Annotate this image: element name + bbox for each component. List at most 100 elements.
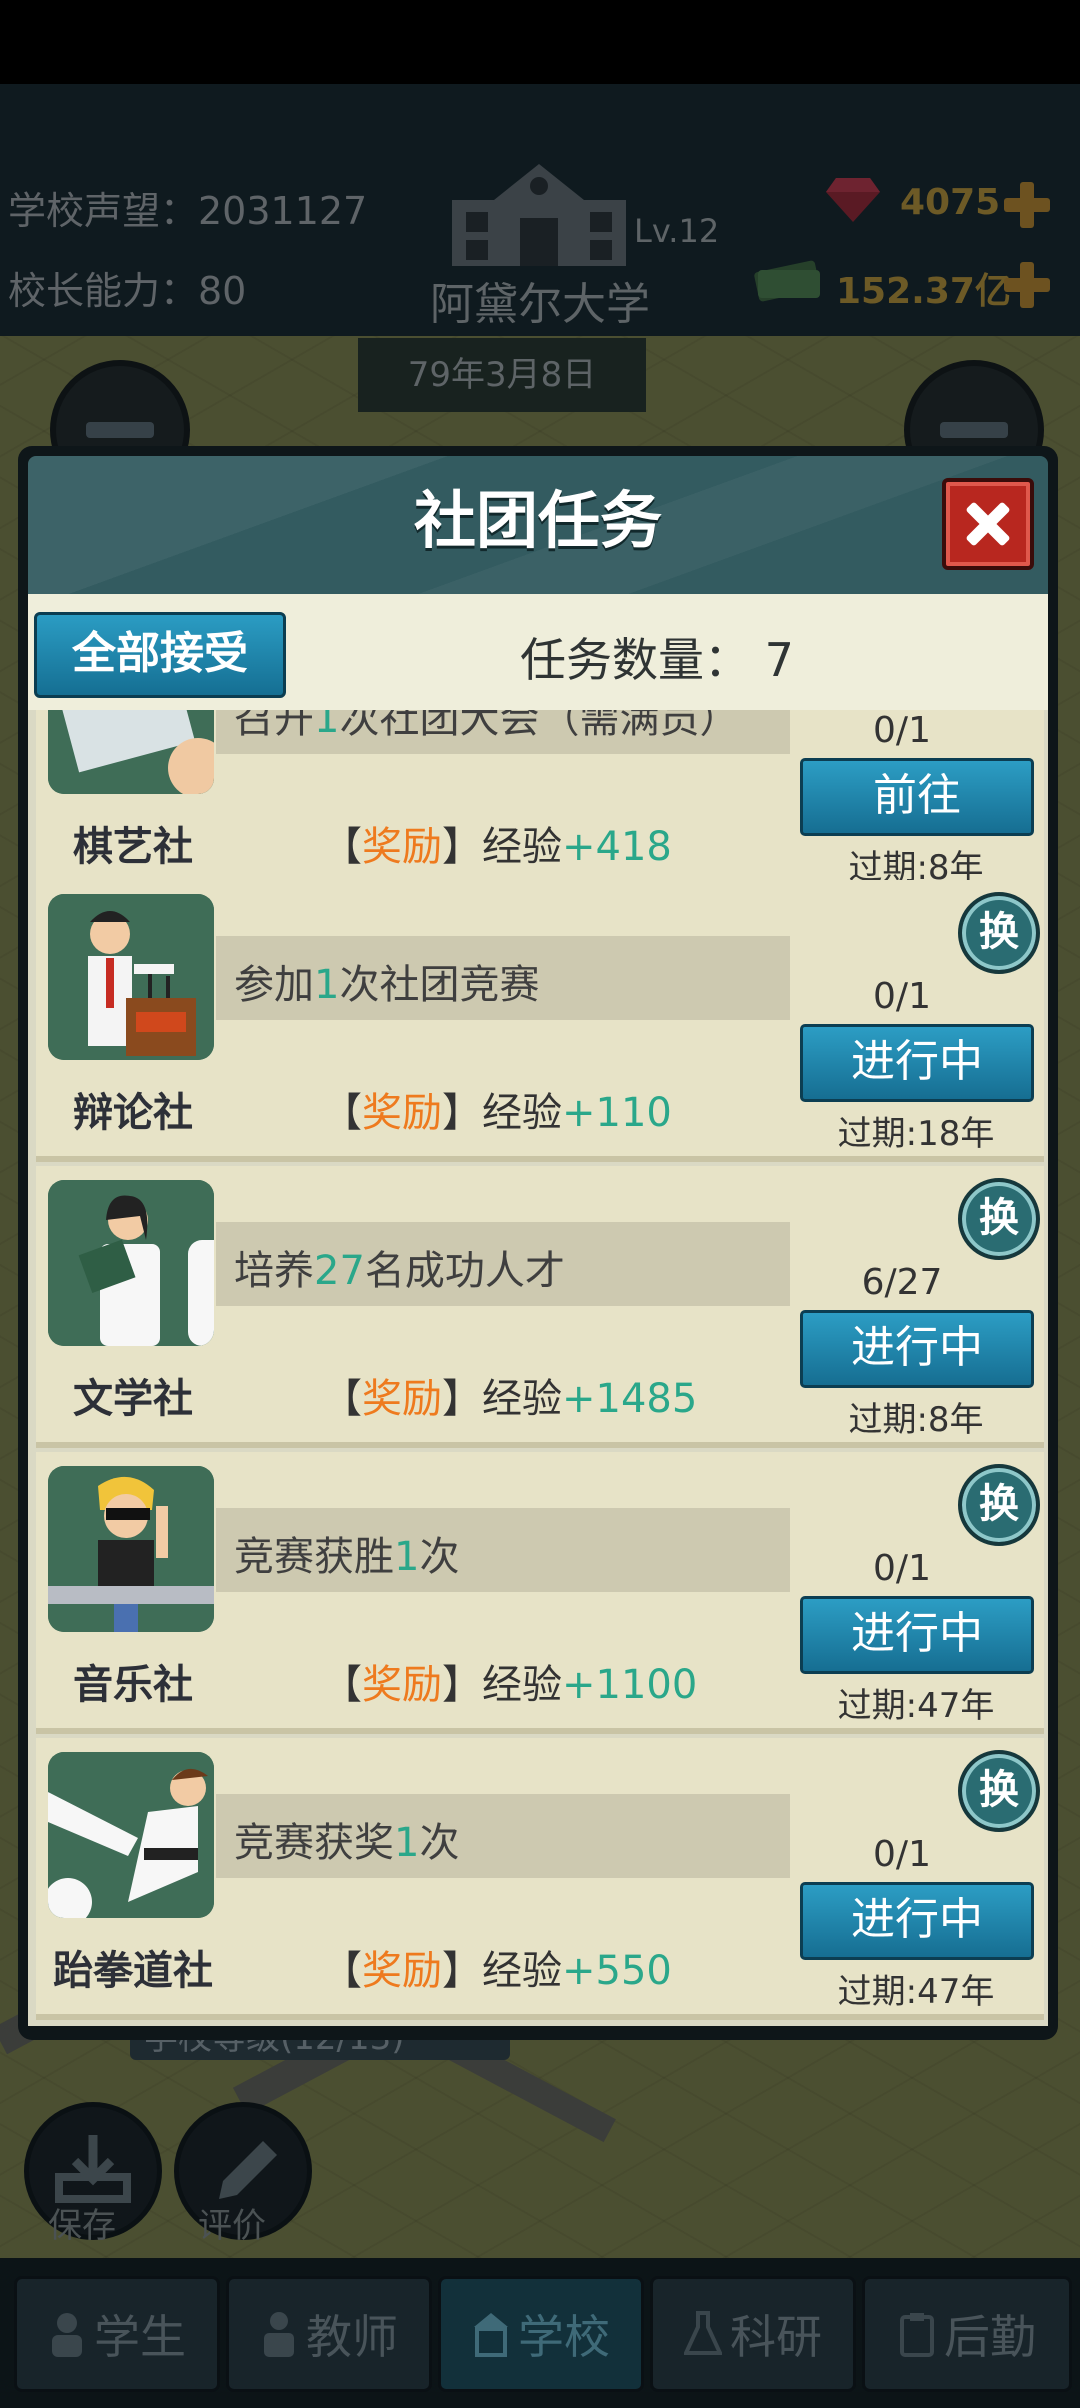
reward-exp-value: +1100 xyxy=(562,1662,698,1708)
clipboard-icon xyxy=(900,2313,934,2357)
reward-exp-label: 经验 xyxy=(482,1662,562,1708)
club-name: 音乐社 xyxy=(73,1662,193,1708)
school-name: 阿黛尔大学 xyxy=(430,279,650,330)
reward-exp-label: 经验 xyxy=(482,824,562,870)
club-name: 辩论社 xyxy=(73,1090,193,1136)
principal-ability: 校长能力：80 xyxy=(8,269,247,313)
desc-count: 27 xyxy=(314,1248,365,1294)
flask-icon xyxy=(684,2311,722,2355)
task-count: 任务数量： 7 xyxy=(520,633,794,687)
task-progress: 0/1 xyxy=(873,1548,931,1589)
task-reward: 【奖励】经验+1485 xyxy=(322,1366,697,1424)
desc-prefix: 竞赛获胜 xyxy=(234,1534,394,1580)
reward-exp-value: +418 xyxy=(562,824,672,870)
swap-task-button[interactable]: 换 xyxy=(958,1178,1040,1260)
tab-logistics[interactable]: 后勤 xyxy=(862,2276,1072,2392)
tab-research[interactable]: 科研 xyxy=(650,2276,856,2392)
task-action-button[interactable]: 进行中 xyxy=(800,1310,1034,1388)
task-description: 培养27名成功人才 xyxy=(234,1238,565,1296)
desc-suffix: 次 xyxy=(419,1534,460,1580)
modal-title: 社团任务 xyxy=(413,484,662,557)
desc-suffix: 次社团竞赛 xyxy=(339,962,540,1008)
gem-icon xyxy=(826,178,880,222)
school-icon xyxy=(474,2313,508,2357)
swap-task-button[interactable]: 换 xyxy=(958,892,1040,974)
status-bar xyxy=(0,0,1080,84)
cash-icon xyxy=(754,260,820,302)
club-avatar xyxy=(48,710,214,794)
task-description: 参加1次社团竞赛 xyxy=(234,952,539,1010)
teacher-icon xyxy=(264,2312,294,2357)
task-reward: 【奖励】经验+550 xyxy=(322,1938,672,1996)
task-reward: 【奖励】经验+110 xyxy=(322,1080,672,1138)
reward-tag: 奖励 xyxy=(362,1376,442,1422)
task-action-button[interactable]: 进行中 xyxy=(800,1024,1034,1102)
money-count: 152.37亿 xyxy=(836,271,1011,312)
task-progress: 0/1 xyxy=(873,1834,931,1875)
reward-exp-label: 经验 xyxy=(482,1090,562,1136)
desc-prefix: 参加 xyxy=(234,962,314,1008)
desc-suffix: 名成功人才 xyxy=(364,1248,565,1294)
reward-bracket-open: 【 xyxy=(322,1948,362,1994)
task-action-button[interactable]: 前往 xyxy=(800,758,1034,836)
task-reward: 【奖励】经验+418 xyxy=(322,814,672,872)
reward-tag: 奖励 xyxy=(362,1662,442,1708)
reward-exp-label: 经验 xyxy=(482,1376,562,1422)
club-avatar xyxy=(48,1466,214,1632)
reward-bracket-open: 【 xyxy=(322,1376,362,1422)
task-reward: 【奖励】经验+1100 xyxy=(322,1652,697,1710)
tab-teachers[interactable]: 教师 xyxy=(226,2276,432,2392)
reward-bracket-open: 【 xyxy=(322,1090,362,1136)
task-expire: 过期:8年 xyxy=(848,1400,984,1440)
desc-prefix: 培养 xyxy=(234,1248,314,1294)
school-building-icon xyxy=(452,164,626,266)
desc-prefix: 竞赛获奖 xyxy=(234,1820,394,1866)
task-description: 召开1次社团大会（需满员） xyxy=(234,710,739,744)
reward-bracket-close: 】 xyxy=(442,1662,482,1708)
reward-tag: 奖励 xyxy=(362,1090,442,1136)
reward-exp-value: +110 xyxy=(562,1090,672,1136)
gem-count: 4075 xyxy=(900,182,1001,223)
tab-students[interactable]: 学生 xyxy=(14,2276,220,2392)
tab-school[interactable]: 学校 xyxy=(438,2276,644,2392)
reward-bracket-close: 】 xyxy=(442,1376,482,1422)
task-expire: 过期:18年 xyxy=(837,1114,995,1154)
task-description: 竞赛获奖1次 xyxy=(234,1810,459,1868)
swap-task-button[interactable]: 换 xyxy=(958,1464,1040,1546)
accept-all-button[interactable]: 全部接受 xyxy=(34,612,286,698)
desc-suffix: 次 xyxy=(419,1820,460,1866)
top-info-bar: 学校声望：2031127 校长能力：80 Lv.12 阿黛尔大学 4075 15… xyxy=(0,84,1080,336)
tab-research-label: 科研 xyxy=(730,2310,822,2364)
tab-students-label: 学生 xyxy=(94,2310,186,2364)
reward-bracket-close: 】 xyxy=(442,824,482,870)
task-action-button[interactable]: 进行中 xyxy=(800,1596,1034,1674)
tab-school-label: 学校 xyxy=(518,2310,610,2364)
task-progress: 0/1 xyxy=(873,710,931,751)
task-expire: 过期:47年 xyxy=(837,1972,995,2012)
task-card: 竞赛获胜1次音乐社 【奖励】经验+1100 0/1 进行中过期:47年 换 xyxy=(36,1452,1044,1734)
close-button[interactable] xyxy=(942,478,1034,570)
task-description: 竞赛获胜1次 xyxy=(234,1524,459,1582)
desc-prefix: 召开 xyxy=(234,710,314,742)
club-avatar xyxy=(48,1180,214,1346)
reward-tag: 奖励 xyxy=(362,1948,442,1994)
desc-count: 1 xyxy=(314,962,340,1008)
club-avatar xyxy=(48,1752,214,1918)
task-action-button[interactable]: 进行中 xyxy=(800,1882,1034,1960)
reward-tag: 奖励 xyxy=(362,824,442,870)
reward-exp-label: 经验 xyxy=(482,1948,562,1994)
task-progress: 0/1 xyxy=(873,976,931,1017)
task-expire: 过期:47年 xyxy=(837,1686,995,1726)
add-money-button[interactable] xyxy=(1004,262,1050,308)
reward-exp-value: +550 xyxy=(562,1948,672,1994)
task-progress: 6/27 xyxy=(861,1262,943,1303)
swap-task-button[interactable]: 换 xyxy=(958,1750,1040,1832)
reward-bracket-open: 【 xyxy=(322,824,362,870)
task-list[interactable]: 召开1次社团大会（需满员） 棋艺社 【奖励】经验+418 0/1 前往 过期:8年 参加1次… xyxy=(36,710,1044,2022)
school-reputation: 学校声望：2031127 xyxy=(8,189,368,233)
add-gems-button[interactable] xyxy=(1004,182,1050,228)
desc-count: 1 xyxy=(314,710,340,742)
reward-bracket-close: 】 xyxy=(442,1090,482,1136)
student-icon xyxy=(52,2313,82,2357)
school-level: Lv.12 xyxy=(634,212,720,250)
